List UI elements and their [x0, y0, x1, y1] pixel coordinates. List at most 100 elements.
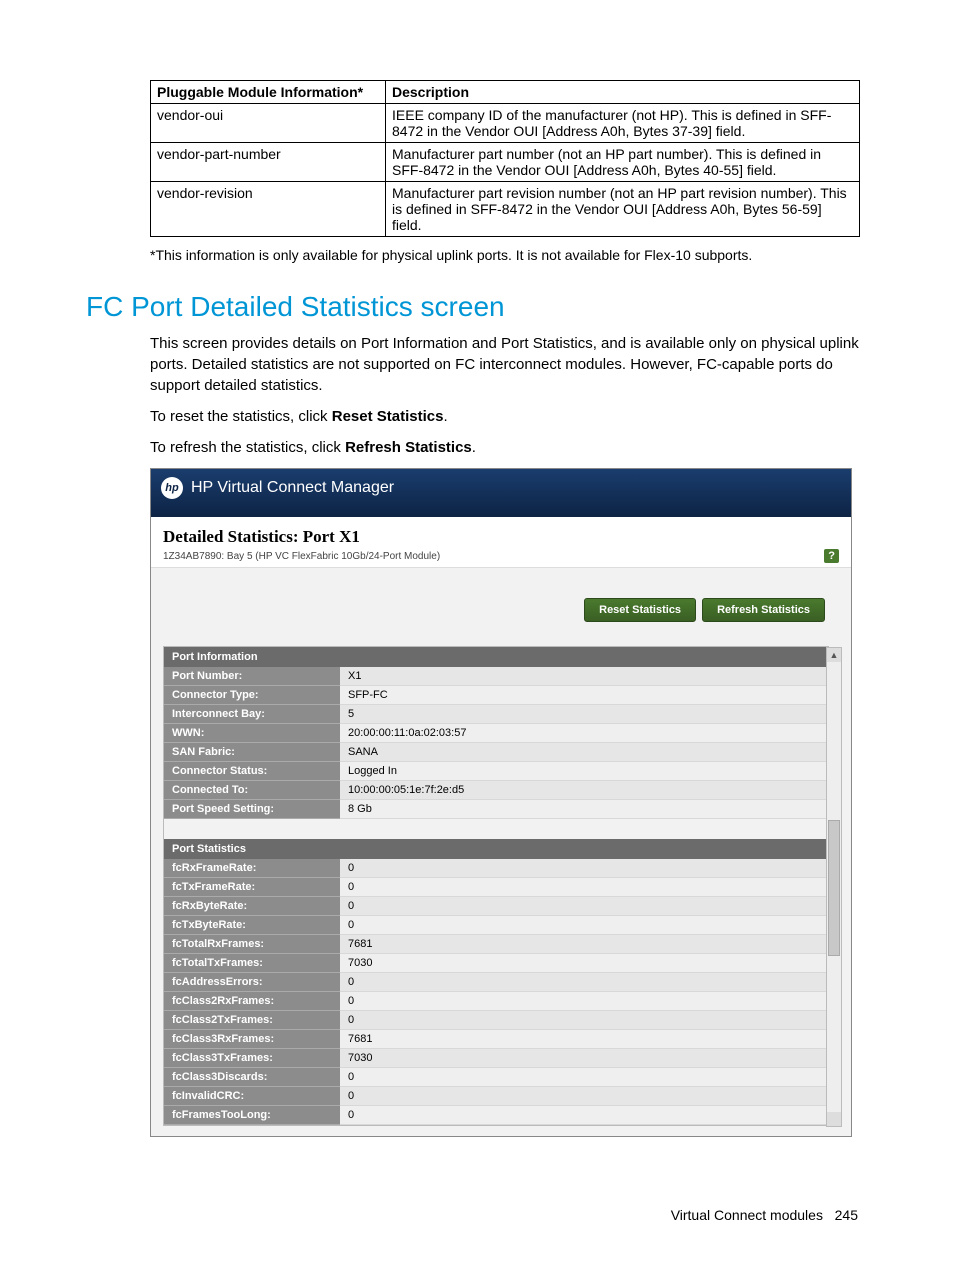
grid-row: fcTotalRxFrames:7681 — [164, 935, 828, 954]
text: To reset the statistics, click — [150, 408, 332, 425]
grid-value: 10:00:00:05:1e:7f:2e:d5 — [340, 781, 828, 800]
grid-value: 0 — [340, 916, 828, 935]
grid-value: 0 — [340, 1068, 828, 1087]
window-titlebar: hp HP Virtual Connect Manager — [151, 469, 851, 517]
grid-row: fcClass3RxFrames:7681 — [164, 1030, 828, 1049]
bold-text: Reset Statistics — [332, 408, 444, 425]
statistics-grid: Port InformationPort Number:X1Connector … — [164, 647, 828, 1125]
grid-value: X1 — [340, 667, 828, 686]
grid-key: fcClass3TxFrames: — [164, 1049, 340, 1068]
page-title: Detailed Statistics: Port X1 — [163, 527, 839, 547]
grid-value: Logged In — [340, 762, 828, 781]
grid-key: fcClass3Discards: — [164, 1068, 340, 1087]
grid-value: SANA — [340, 743, 828, 762]
table-row: vendor-ouiIEEE company ID of the manufac… — [151, 104, 860, 143]
grid-section-title: Port Statistics — [164, 839, 828, 859]
grid-row: fcTxByteRate:0 — [164, 916, 828, 935]
grid-section-header: Port Statistics — [164, 839, 828, 859]
pluggable-module-table: Pluggable Module Information* Descriptio… — [150, 80, 860, 237]
help-icon[interactable]: ? — [824, 549, 839, 563]
grid-value: 7030 — [340, 1049, 828, 1068]
grid-row: fcTxFrameRate:0 — [164, 878, 828, 897]
grid-key: Port Speed Setting: — [164, 800, 340, 819]
grid-key: fcFramesTooLong: — [164, 1106, 340, 1125]
grid-row: fcClass2TxFrames:0 — [164, 1011, 828, 1030]
grid-value: SFP-FC — [340, 686, 828, 705]
table-row: vendor-part-numberManufacturer part numb… — [151, 143, 860, 182]
table-footnote: *This information is only available for … — [150, 247, 868, 263]
grid-key: Port Number: — [164, 667, 340, 686]
grid-row: fcFramesTooLong:0 — [164, 1106, 828, 1125]
grid-key: Interconnect Bay: — [164, 705, 340, 724]
text: . — [443, 408, 447, 425]
grid-spacer — [164, 819, 828, 840]
grid-value: 7030 — [340, 954, 828, 973]
grid-key: fcInvalidCRC: — [164, 1087, 340, 1106]
cell-value: IEEE company ID of the manufacturer (not… — [386, 104, 860, 143]
grid-value: 0 — [340, 1011, 828, 1030]
grid-key: fcTxByteRate: — [164, 916, 340, 935]
grid-row: fcInvalidCRC:0 — [164, 1087, 828, 1106]
grid-key: fcTotalTxFrames: — [164, 954, 340, 973]
section-heading: FC Port Detailed Statistics screen — [86, 291, 868, 323]
grid-key: Connector Status: — [164, 762, 340, 781]
grid-value: 7681 — [340, 935, 828, 954]
text: . — [472, 439, 476, 456]
grid-key: fcRxFrameRate: — [164, 859, 340, 878]
grid-row: Connector Type:SFP-FC — [164, 686, 828, 705]
grid-row: Port Number:X1 — [164, 667, 828, 686]
grid-row: Port Speed Setting:8 Gb — [164, 800, 828, 819]
grid-section-title: Port Information — [164, 647, 828, 667]
grid-key: fcAddressErrors: — [164, 973, 340, 992]
grid-key: fcClass3RxFrames: — [164, 1030, 340, 1049]
scroll-up-icon[interactable]: ▲ — [827, 648, 841, 662]
scrollbar-thumb[interactable] — [828, 820, 840, 956]
grid-value: 0 — [340, 1106, 828, 1125]
scroll-down-icon[interactable] — [827, 1112, 841, 1126]
cell-value: Manufacturer part number (not an HP part… — [386, 143, 860, 182]
breadcrumb: 1Z34AB7890: Bay 5 (HP VC FlexFabric 10Gb… — [163, 551, 440, 562]
refresh-statistics-button[interactable]: Refresh Statistics — [702, 598, 825, 622]
cell-key: vendor-oui — [151, 104, 386, 143]
table-header: Description — [386, 81, 860, 104]
grid-row: fcClass3TxFrames:7030 — [164, 1049, 828, 1068]
grid-value: 0 — [340, 992, 828, 1011]
grid-row: fcRxFrameRate:0 — [164, 859, 828, 878]
table-header: Pluggable Module Information* — [151, 81, 386, 104]
grid-key: fcRxByteRate: — [164, 897, 340, 916]
grid-row: SAN Fabric:SANA — [164, 743, 828, 762]
grid-key: SAN Fabric: — [164, 743, 340, 762]
grid-key: Connector Type: — [164, 686, 340, 705]
grid-key: fcClass2RxFrames: — [164, 992, 340, 1011]
grid-key: fcTotalRxFrames: — [164, 935, 340, 954]
table-row: vendor-revisionManufacturer part revisio… — [151, 182, 860, 237]
paragraph: To refresh the statistics, click Refresh… — [150, 437, 868, 458]
grid-value: 0 — [340, 897, 828, 916]
grid-value: 0 — [340, 1087, 828, 1106]
grid-value: 7681 — [340, 1030, 828, 1049]
vertical-scrollbar[interactable]: ▲ — [826, 647, 842, 1127]
grid-value: 0 — [340, 973, 828, 992]
vc-manager-window: hp HP Virtual Connect Manager Detailed S… — [150, 468, 852, 1137]
grid-row: fcRxByteRate:0 — [164, 897, 828, 916]
grid-key: Connected To: — [164, 781, 340, 800]
reset-statistics-button[interactable]: Reset Statistics — [584, 598, 696, 622]
grid-key: fcTxFrameRate: — [164, 878, 340, 897]
grid-key: fcClass2TxFrames: — [164, 1011, 340, 1030]
cell-key: vendor-revision — [151, 182, 386, 237]
paragraph: To reset the statistics, click Reset Sta… — [150, 406, 868, 427]
grid-section-header: Port Information — [164, 647, 828, 667]
grid-row: fcClass3Discards:0 — [164, 1068, 828, 1087]
grid-row: Connected To:10:00:00:05:1e:7f:2e:d5 — [164, 781, 828, 800]
grid-row: WWN:20:00:00:11:0a:02:03:57 — [164, 724, 828, 743]
grid-row: Interconnect Bay:5 — [164, 705, 828, 724]
paragraph: This screen provides details on Port Inf… — [150, 333, 868, 396]
grid-value: 8 Gb — [340, 800, 828, 819]
grid-value: 5 — [340, 705, 828, 724]
grid-row: fcTotalTxFrames:7030 — [164, 954, 828, 973]
grid-row: fcAddressErrors:0 — [164, 973, 828, 992]
grid-key: WWN: — [164, 724, 340, 743]
cell-value: Manufacturer part revision number (not a… — [386, 182, 860, 237]
text: To refresh the statistics, click — [150, 439, 345, 456]
bold-text: Refresh Statistics — [345, 439, 472, 456]
